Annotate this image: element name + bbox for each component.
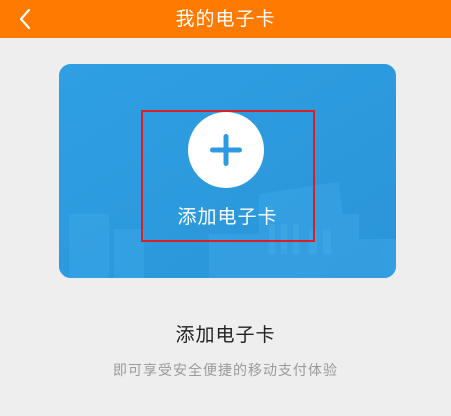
info-heading: 添加电子卡 [175,324,276,346]
page: 我的电子卡 添加电子卡 添加电子卡 即可享受安全便捷的移动支付体验 [0,0,451,416]
info-subtext: 即可享受安全便捷的移动支付体验 [113,363,338,379]
add-card-highlight-box[interactable] [141,110,315,242]
page-title: 我的电子卡 [175,8,276,30]
top-bar: 我的电子卡 [0,0,451,38]
electronic-card[interactable]: 添加电子卡 [59,64,396,278]
